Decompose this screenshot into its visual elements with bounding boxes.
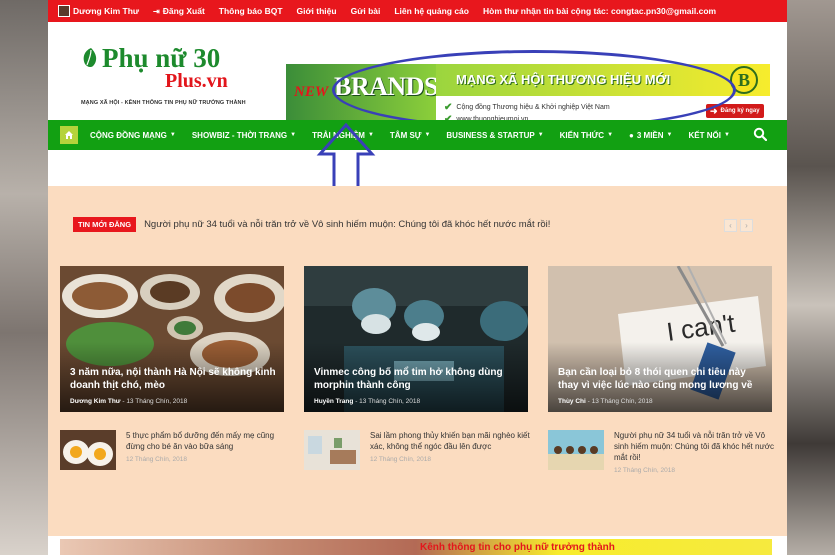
website-page: Dương Kim Thư ⇥ Đăng Xuất Thông báo BQT … [48, 0, 787, 555]
featured-title[interactable]: Bạn cần loại bỏ 8 thói quen chi tiêu này… [558, 366, 764, 392]
small-post-1[interactable]: 5 thực phẩm bổ dưỡng đến mấy mẹ cũng đừn… [60, 430, 290, 470]
small-post-title[interactable]: 5 thực phẩm bổ dưỡng đến mấy mẹ cũng đừn… [126, 430, 290, 452]
nav-item-3-regions[interactable]: ● 3 MIỀN ▼ [629, 131, 672, 140]
nav-label: KIẾN THỨC [559, 130, 605, 140]
small-post-date: 12 Tháng Chín, 2018 [126, 456, 187, 463]
logout-icon: ⇥ [153, 6, 160, 16]
bottom-banner-text: Kênh thông tin cho phụ nữ trưởng thành [420, 542, 615, 553]
background-left [0, 0, 48, 555]
nav-label: BUSINESS & STARTUP [446, 130, 535, 140]
featured-author[interactable]: Huyền Trang [314, 398, 353, 405]
top-bar: Dương Kim Thư ⇥ Đăng Xuất Thông báo BQT … [48, 0, 787, 22]
featured-card-3[interactable]: I can't Bạn cần loại bỏ 8 thói quen chi … [548, 266, 772, 412]
logout-link[interactable]: ⇥ Đăng Xuất [153, 6, 205, 16]
small-post-text: Người phụ nữ 34 tuổi và nỗi trăn trở về … [614, 430, 778, 474]
topbar-link-about[interactable]: Giới thiệu [297, 6, 337, 16]
ticker-badge: TIN MỚI ĐĂNG [73, 217, 137, 232]
topbar-link-submit[interactable]: Gửi bài [351, 6, 381, 16]
background-right [787, 0, 835, 555]
nav-item-community[interactable]: CỘNG ĐỒNG MẠNG ▼ [90, 131, 176, 140]
featured-date: 13 Tháng Chín, 2018 [591, 398, 653, 405]
caret-down-icon: ▼ [723, 132, 730, 138]
content-panel: TIN MỚI ĐĂNG Người phụ nữ 34 tuổi và nỗi… [48, 186, 787, 536]
small-post-text: Sai lầm phong thủy khiến bạn mãi nghèo k… [370, 430, 534, 470]
small-post-title[interactable]: Sai lầm phong thủy khiến bạn mãi nghèo k… [370, 430, 534, 452]
caret-down-icon: ▼ [537, 132, 544, 138]
featured-title[interactable]: 3 năm nữa, nội thành Hà Nội sẽ không kin… [70, 366, 276, 392]
search-icon[interactable] [753, 127, 767, 141]
annotation-ellipse [332, 50, 736, 130]
topbar-link-advertise[interactable]: Liên hệ quảng cáo [394, 6, 469, 16]
home-icon [65, 131, 73, 139]
bottom-banner[interactable]: Kênh thông tin cho phụ nữ trưởng thành [60, 539, 772, 555]
nav-item-knowledge[interactable]: KIẾN THỨC ▼ [560, 131, 613, 140]
site-header: Phụ nữ 30 Plus.vn MẠNG XÃ HỘI - KÊNH THÔ… [48, 22, 787, 130]
thumb-eggs [60, 430, 116, 470]
featured-author[interactable]: Thùy Chi [558, 398, 586, 405]
featured-date: 13 Tháng Chín, 2018 [126, 398, 188, 405]
logo-tagline: MẠNG XÃ HỘI - KÊNH THÔNG TIN PHỤ NỮ TRƯỞ… [81, 100, 246, 106]
nav-item-showbiz[interactable]: SHOWBIZ - THỜI TRANG ▼ [192, 131, 296, 140]
nav-label: 3 MIỀN [636, 130, 664, 140]
nav-item-connect[interactable]: KẾT NỐI ▼ [689, 131, 730, 140]
nav-label: KẾT NỐI [688, 130, 721, 140]
thumb-room [304, 430, 360, 470]
logout-label: Đăng Xuất [162, 6, 205, 16]
site-logo[interactable]: Phụ nữ 30 Plus.vn MẠNG XÃ HỘI - KÊNH THÔ… [81, 44, 271, 106]
user-link[interactable]: Dương Kim Thư [58, 5, 139, 17]
featured-meta: Huyền Trang - 13 Tháng Chín, 2018 [314, 398, 420, 405]
small-post-3[interactable]: Người phụ nữ 34 tuổi và nỗi trăn trở về … [548, 430, 778, 474]
thumb-beach [548, 430, 604, 470]
ticker-next-button[interactable]: › [740, 219, 753, 232]
ticker-headline-link[interactable]: Người phụ nữ 34 tuổi và nỗi trăn trở về … [144, 219, 550, 230]
logo-sub-text: Plus.vn [165, 70, 228, 92]
banner-new-word: NEW [294, 84, 329, 100]
small-post-title[interactable]: Người phụ nữ 34 tuổi và nỗi trăn trở về … [614, 430, 778, 463]
ticker-nav: ‹ › [724, 219, 753, 232]
logo-main-text: Phụ nữ 30 [102, 43, 221, 73]
featured-title[interactable]: Vinmec công bố mổ tim hở không dùng morp… [314, 366, 520, 392]
caret-down-icon: ▼ [666, 132, 673, 138]
leaf-icon [83, 48, 97, 68]
topbar-link-announcement[interactable]: Thông báo BQT [219, 6, 283, 16]
nav-label: SHOWBIZ - THỜI TRANG [191, 130, 288, 140]
user-name: Dương Kim Thư [73, 6, 140, 16]
user-avatar [58, 5, 70, 17]
caret-down-icon: ▼ [169, 132, 176, 138]
topbar-contact[interactable]: Hòm thư nhận tin bài cộng tác: congtac.p… [483, 6, 716, 16]
main-nav: CỘNG ĐỒNG MẠNG ▼ SHOWBIZ - THỜI TRANG ▼ TR… [48, 120, 787, 150]
featured-card-1[interactable]: 3 năm nữa, nội thành Hà Nội sẽ không kin… [60, 266, 284, 412]
caret-down-icon: ▼ [607, 132, 614, 138]
featured-meta: Dương Kim Thư - 13 Tháng Chín, 2018 [70, 398, 187, 405]
featured-card-2[interactable]: Vinmec công bố mổ tim hở không dùng morp… [304, 266, 528, 412]
nav-label: CỘNG ĐỒNG MẠNG [90, 130, 167, 140]
small-post-text: 5 thực phẩm bổ dưỡng đến mấy mẹ cũng đừn… [126, 430, 290, 470]
featured-meta: Thùy Chi - 13 Tháng Chín, 2018 [558, 398, 653, 405]
register-now-label: Đăng ký ngay [720, 108, 760, 114]
nav-item-business[interactable]: BUSINESS & STARTUP ▼ [446, 131, 543, 140]
nav-item-confide[interactable]: TÂM SỰ ▼ [390, 131, 430, 140]
small-post-date: 12 Tháng Chín, 2018 [614, 467, 675, 474]
caret-down-icon: ▼ [290, 132, 297, 138]
nav-label: TÂM SỰ [389, 130, 422, 140]
nav-home[interactable] [60, 126, 78, 144]
featured-author[interactable]: Dương Kim Thư [70, 398, 121, 405]
logo-main: Phụ nữ 30 [81, 44, 271, 72]
globe-icon: ● [629, 130, 634, 140]
news-ticker: TIN MỚI ĐĂNG Người phụ nữ 34 tuổi và nỗi… [73, 217, 550, 232]
small-post-date: 12 Tháng Chín, 2018 [370, 456, 431, 463]
featured-date: 13 Tháng Chín, 2018 [359, 398, 421, 405]
caret-down-icon: ▼ [424, 132, 431, 138]
ticker-prev-button[interactable]: ‹ [724, 219, 737, 232]
small-post-2[interactable]: Sai lầm phong thủy khiến bạn mãi nghèo k… [304, 430, 534, 470]
